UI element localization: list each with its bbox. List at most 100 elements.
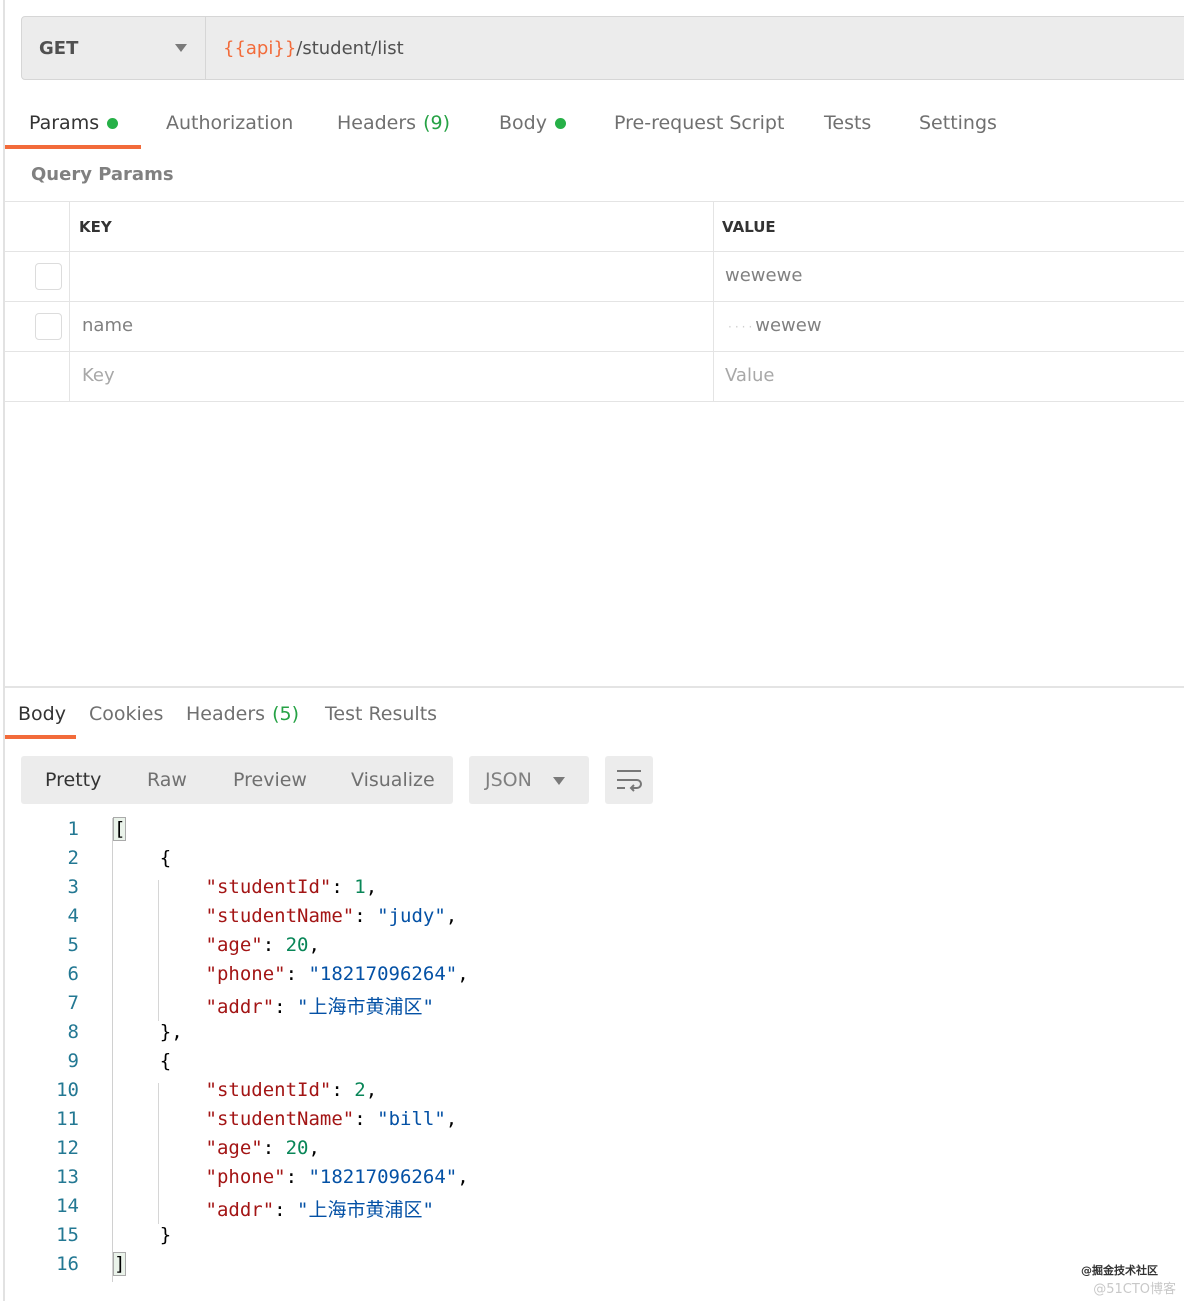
key-header: KEY <box>79 218 112 236</box>
tab-authorization[interactable]: Authorization <box>166 108 293 138</box>
view-pretty[interactable]: Pretty <box>45 769 101 791</box>
tab-label: Params <box>29 112 100 134</box>
value-input[interactable]: ····wewew <box>714 302 1184 351</box>
tab-params[interactable]: Params <box>29 108 119 138</box>
tab-settings[interactable]: Settings <box>919 108 997 138</box>
code-line: "age": 20, <box>114 934 320 956</box>
json-punct: , <box>445 905 458 927</box>
tab-label: Body <box>18 703 66 725</box>
new-key-input[interactable]: Key <box>70 352 714 401</box>
tab-response-body[interactable]: Body <box>18 700 66 728</box>
json-punct: : <box>285 963 309 985</box>
headers-count: (9) <box>423 112 451 134</box>
table-header-row: KEY VALUE <box>5 201 1184 251</box>
line-number: 8 <box>67 1021 79 1043</box>
check-cell <box>5 352 70 401</box>
line-number: 11 <box>56 1108 79 1130</box>
method-select[interactable]: GET <box>22 17 206 79</box>
tab-label: Body <box>499 112 547 134</box>
chevron-down-icon <box>175 44 187 52</box>
json-key: "studentId" <box>205 876 332 898</box>
key-column-header: KEY <box>70 202 714 251</box>
json-punct <box>114 996 206 1018</box>
tab-test-results[interactable]: Test Results <box>325 700 437 728</box>
code-line: "addr": "上海市黄浦区" <box>114 1195 434 1222</box>
tab-label: Test Results <box>325 703 438 725</box>
watermark: @掘金技术社区 <box>1081 1264 1158 1277</box>
value-text: wewew <box>755 315 822 336</box>
json-punct <box>114 1079 206 1101</box>
json-punct: : <box>331 876 355 898</box>
json-punct: ] <box>112 1252 127 1276</box>
query-params-title: Query Params <box>31 164 174 185</box>
code-line: "age": 20, <box>114 1137 320 1159</box>
method-label: GET <box>39 37 79 59</box>
tab-cookies[interactable]: Cookies <box>89 700 163 728</box>
value-placeholder: Value <box>725 365 775 386</box>
status-dot-icon <box>554 117 566 129</box>
format-select[interactable]: JSON <box>469 756 589 804</box>
tab-pre-request-script[interactable]: Pre-request Script <box>614 108 784 138</box>
value-input[interactable]: wewewe <box>714 252 1184 301</box>
format-label: JSON <box>485 769 532 791</box>
code-line: "studentId": 1, <box>114 876 378 898</box>
json-punct <box>114 934 206 956</box>
check-cell <box>5 302 70 351</box>
code-line: } <box>114 1224 171 1246</box>
json-punct: : <box>354 905 378 927</box>
indent-guide <box>112 818 113 1282</box>
row-checkbox[interactable] <box>35 263 62 290</box>
wrap-lines-button[interactable] <box>605 756 653 804</box>
json-punct <box>114 905 206 927</box>
tab-body[interactable]: Body <box>499 108 566 138</box>
indent-guide <box>158 1083 159 1224</box>
json-key: "age" <box>205 934 263 956</box>
tab-tests[interactable]: Tests <box>824 108 871 138</box>
tab-headers[interactable]: Headers (9) <box>337 108 450 138</box>
json-punct: , <box>308 1137 320 1159</box>
json-punct: , <box>457 1166 469 1188</box>
json-punct: }, <box>114 1021 183 1043</box>
code-line: }, <box>114 1021 183 1043</box>
new-value-input[interactable]: Value <box>714 352 1184 401</box>
json-key: "studentId" <box>205 1079 332 1101</box>
json-punct: : <box>331 1079 355 1101</box>
json-punct: [ <box>112 817 127 841</box>
json-punct: } <box>114 1224 172 1246</box>
json-punct: , <box>308 934 320 956</box>
url-input[interactable]: {{api}}/student/list <box>206 17 404 79</box>
pane-divider[interactable] <box>5 686 1184 688</box>
line-number: 5 <box>67 934 79 956</box>
view-raw[interactable]: Raw <box>147 769 187 791</box>
code-line: "studentName": "judy", <box>114 905 458 927</box>
key-input[interactable] <box>70 252 714 301</box>
json-number: 1 <box>354 876 366 898</box>
json-string: "18217096264" <box>308 1166 458 1188</box>
json-key: "studentName" <box>205 905 355 927</box>
row-checkbox[interactable] <box>35 313 62 340</box>
check-column-header <box>5 202 70 251</box>
json-punct: : <box>262 934 286 956</box>
json-punct: : <box>354 1108 378 1130</box>
key-value: name <box>82 315 134 336</box>
code-line: "studentName": "bill", <box>114 1108 458 1130</box>
json-punct: , <box>457 963 469 985</box>
view-visualize[interactable]: Visualize <box>351 769 435 791</box>
line-number: 4 <box>67 905 79 927</box>
wrap-lines-icon <box>617 770 642 792</box>
indent-guide <box>158 880 159 1021</box>
view-mode-group: Pretty Raw Preview Visualize <box>21 756 453 804</box>
value-text: wewewe <box>725 265 803 286</box>
tab-label: Headers <box>186 703 266 725</box>
json-key: "studentName" <box>205 1108 355 1130</box>
key-input[interactable]: name <box>70 302 714 351</box>
view-preview[interactable]: Preview <box>233 769 307 791</box>
line-number: 12 <box>56 1137 79 1159</box>
chevron-down-icon <box>553 777 565 785</box>
json-punct: : <box>262 1137 286 1159</box>
json-punct: , <box>445 1108 458 1130</box>
active-tab-indicator <box>5 735 76 739</box>
tab-label: Settings <box>919 112 997 134</box>
tab-response-headers[interactable]: Headers (5) <box>186 700 299 728</box>
json-punct: : <box>274 1199 298 1221</box>
